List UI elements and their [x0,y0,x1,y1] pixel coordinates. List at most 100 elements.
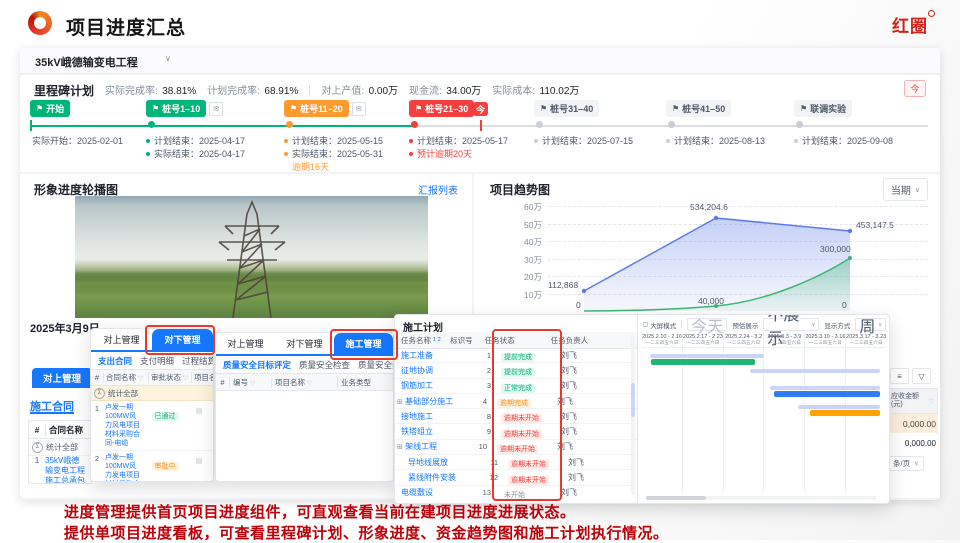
today-button[interactable]: 今天 [687,318,727,331]
status-badge: 已通过 [152,412,179,421]
filter-icon: ▽ [183,375,188,382]
sigma-icon: Σ [32,442,43,453]
today-button[interactable]: 今 [904,80,926,97]
gantt-plan-bar[interactable] [750,369,880,373]
chevron-down-icon[interactable]: ∨ [165,54,171,63]
project-selector[interactable]: 35kV峨德输变电工程 [35,54,138,70]
flag-icon: ⚑ [36,104,43,113]
table-row[interactable]: 1 卢发一期100MW风力风电项目材料采购合同-电缆 已通过 ▤ [91,401,213,451]
h-scrollbar-thumb[interactable] [646,496,706,500]
amount-column-header: 应收金额(元) ▽ [888,388,938,414]
milestone-badge[interactable]: ⚑联调实验 [794,100,852,117]
table-row[interactable]: 2 卢发一期100MW风力发电项目材料采购合同 审批中 ▤ [91,451,213,482]
timeline-start-tick [30,120,32,131]
gantt-actual-bar-green[interactable] [651,359,755,365]
v-scrollbar-thumb[interactable] [631,383,635,417]
contract-link[interactable]: 卢发一期100MW风力发电项目材料采购合同 [103,451,145,482]
tab-upstream[interactable]: 对上管理 [216,333,275,354]
chevron-down-icon: ∨ [878,322,882,328]
gantt-week-col: 2025.3.3 - 3.9一 二 三 四 五 六 日 [763,332,804,493]
table-header: # 编号▽ 项目名称▽ 业务类型 [216,373,393,391]
contract-link[interactable]: 35kV峨德输变电工程施工总承包合同 [45,456,87,484]
app-logo [28,11,52,35]
fullscreen-toggle[interactable]: ▢大屏模式 [643,320,677,330]
sort-icon[interactable]: ≡ [890,368,909,384]
summary-row-label: 统计全部 [46,442,78,453]
filter-icon[interactable]: ▽ [912,368,931,384]
subtab-qs-check[interactable]: 质量安全检查 [299,359,350,371]
gantt-plan-bar[interactable] [770,386,880,390]
display-mode-select[interactable]: 周∨ [855,318,886,331]
milestone-detail: 计划结束：2025-05-15 [284,134,383,147]
data-label: 453,147.5 [856,220,894,230]
gantt-actual-bar-orange[interactable] [810,410,880,416]
stat-label: 实际完成率: [105,86,158,97]
timeline-dot [286,121,293,128]
stat-value: 34.00万 [446,86,481,97]
h-scrollbar[interactable] [646,496,876,500]
timeline-today-marker: 今 [473,102,488,116]
expand-icon[interactable]: ⊞ [397,399,403,406]
tab-upstream[interactable]: 对上管理 [91,329,152,350]
timeline-dot [796,121,803,128]
gantt-plan-bar[interactable] [650,354,764,358]
filter-icon[interactable]: ▽ [929,397,934,405]
annotation-box-construction-tab [330,329,398,360]
project-thumb: ▤ [185,401,213,415]
tab-downstream[interactable]: 对下管理 [275,333,334,354]
envelope-icon[interactable]: ✉ [209,102,223,116]
subtab-qs-reward[interactable]: 质量安全奖罚 [358,359,393,371]
milestone-badge[interactable]: ⚑桩号41–50 [666,100,731,117]
page-size-select[interactable]: 条/页∨ [888,456,924,471]
milestone-detail: 计划结束：2025-05-17 [409,134,508,147]
expand-icon[interactable]: ⊞ [397,444,403,451]
milestone-badge-group: ⚑桩号11–20✉ [284,100,366,117]
estimate-select[interactable]: 不展示∨ [763,318,819,331]
milestone-badge[interactable]: ⚑桩号31–40 [534,100,599,117]
column-header: 合同名称 [45,424,83,436]
contract-link[interactable]: 卢发一期100MW风力风电项目材料采购合同-电缆 [103,401,145,450]
checkbox-icon: ▢ [643,321,649,328]
progress-photo[interactable] [75,196,428,318]
subtab-expense-contract[interactable]: 支出合同 [98,355,132,367]
data-label: 0 [576,300,581,310]
stat-value: 110.02万 [540,86,580,97]
envelope-icon[interactable]: ✉ [352,102,366,116]
annotation-box-task-status-column [492,329,562,501]
brand-trademark-dot [928,10,935,17]
display-mode-label: 显示方式 [824,320,850,330]
subtab-qs-target[interactable]: 质量安全目标评定 [223,359,291,371]
sort-indicator[interactable]: 1 2 [433,337,441,343]
v-scrollbar[interactable] [631,335,635,495]
data-label: 0 [842,300,847,310]
estimate-label: 预估展示 [732,320,758,330]
project-selector-bar: 35kV峨德输变电工程 ∨ [20,48,940,74]
window-construction-plan: 施工计划 任务名称 1 2 标识号 任务状态 任务负责人 施工准备 1 提前完成… [394,314,890,504]
milestone-badge[interactable]: ⚑桩号1–10 [146,100,206,117]
milestone-overdue-label: 逾期16天 [292,160,329,173]
transmission-tower-graphic [75,196,428,318]
divider [309,85,310,95]
milestone-badge[interactable]: ⚑桩号11–20 [284,100,349,117]
status-badge: 审批中 [152,462,179,471]
subtab-payment-detail[interactable]: 支付明细 [140,355,174,367]
gantt-plan-bar[interactable] [798,405,880,409]
brand-logo: 红圈 [892,12,935,37]
flag-icon: ⚑ [152,104,159,113]
milestone-badge[interactable]: ⚑桩号21–30 [409,100,474,117]
gantt-toolbar: ▢大屏模式 今天 预估展示 不展示∨ 显示方式 周∨ [643,318,886,331]
subtab-process-settle[interactable]: 过程结算 [182,355,213,367]
milestone-detail: 计划结束：2025-04-17 [146,134,245,147]
report-list-link[interactable]: 汇报列表 [418,182,458,197]
milestone-badge-start[interactable]: ⚑开始 [30,100,70,117]
flag-icon: ⚑ [540,104,547,113]
stat-value: 38.81% [162,86,196,97]
stat-label: 计划完成率: [207,86,260,97]
gantt-area: ▢大屏模式 今天 预估展示 不展示∨ 显示方式 周∨ 2025.2.10 - 2… [637,315,890,503]
gantt-actual-bar-blue[interactable] [774,391,880,397]
stat-label: 对上产值: [321,86,364,97]
back-tab-upstream[interactable]: 对上管理 [32,368,92,388]
milestone-detail: 计划结束：2025-09-08 [794,134,893,147]
back-table: # 合同名称 Σ 统计全部 1 35kV峨德输变电工程施工总承包合同 [28,420,92,484]
flag-icon: ⚑ [800,104,807,113]
